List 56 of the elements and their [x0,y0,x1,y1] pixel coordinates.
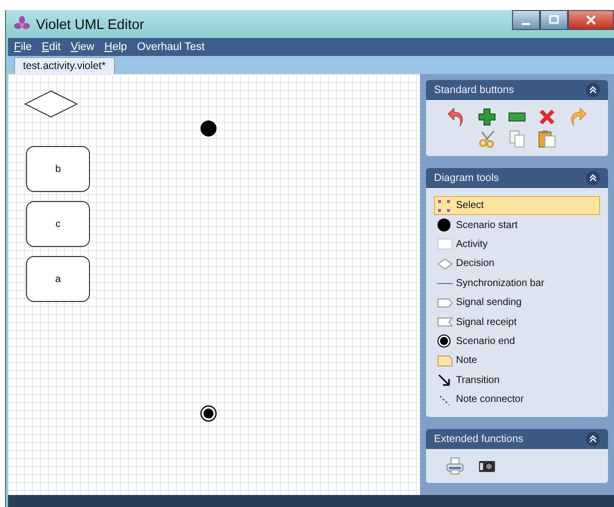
maximize-button[interactable] [540,10,568,30]
document-tab[interactable]: test.activity.violet* [14,57,115,74]
tool-item[interactable]: Signal sending [434,292,600,312]
decision-node [24,90,78,118]
flower-icon [14,16,30,32]
note-tool-icon [437,354,453,368]
undo-icon[interactable] [446,108,466,128]
paste-icon[interactable] [538,130,556,148]
activity-node: c [26,201,90,247]
close-button[interactable] [568,10,614,30]
collapse-icon[interactable] [586,432,600,446]
menu-item[interactable]: View [70,41,94,53]
minimize-icon [522,23,530,25]
tool-item[interactable]: Transition [434,370,600,390]
tool-item[interactable]: Activity [434,234,600,254]
tool-item[interactable]: Note connector [434,390,600,410]
activity-tool-icon [437,237,453,252]
end-node [200,405,217,422]
start-node [200,120,217,137]
menu-item[interactable]: Help [104,41,128,53]
start-tool-icon [437,218,453,232]
panel-title: Diagram tools [434,172,499,184]
panel-title: Standard buttons [434,84,514,96]
collapse-icon[interactable] [586,83,600,97]
maximize-icon [549,15,559,25]
activity-node: a [26,256,90,302]
delete-icon[interactable] [538,108,556,126]
receipt-tool-icon [437,315,453,330]
printer-icon[interactable] [446,457,464,476]
tool-item[interactable]: Select [434,196,600,216]
menu-item[interactable]: Edit [42,41,61,53]
plus-icon[interactable] [478,108,496,126]
line-icon [437,282,453,284]
decision-tool-icon [437,256,453,271]
minimize-button[interactable] [512,10,540,30]
select-tool-icon [437,198,453,213]
activity-node: b [26,146,90,192]
send-tool-icon [437,296,453,310]
scissors-icon[interactable] [478,130,496,148]
tool-item[interactable]: Note [434,351,600,371]
tool-item[interactable]: Decision [434,254,600,274]
collapse-icon[interactable] [586,171,600,185]
tool-item[interactable]: Signal receipt [434,312,600,332]
transition-tool-icon [437,373,453,388]
tool-item[interactable]: Scenario start [434,215,600,235]
menu-item[interactable]: Overhaul Test [137,41,205,53]
diagram-canvas[interactable]: b c a [8,74,420,495]
tool-item[interactable]: Synchronization bar [434,274,600,293]
tool-item[interactable]: Scenario end [434,332,600,352]
redo-icon[interactable] [568,108,588,128]
panel-title: Extended functions [434,433,524,446]
menu-item[interactable]: File [14,41,32,53]
end-tool-icon [437,334,453,348]
window-title: Violet UML Editor [36,16,144,32]
camera-icon[interactable] [478,459,496,474]
close-icon [586,15,596,25]
